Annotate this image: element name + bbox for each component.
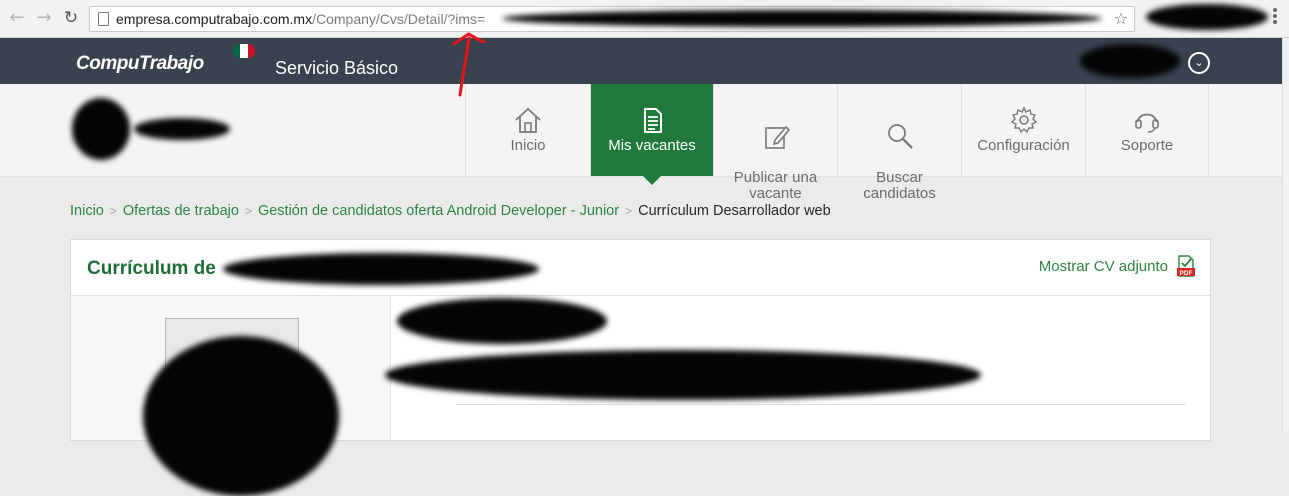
nav-tab-label: Configuración	[977, 137, 1070, 154]
nav-tab-soporte[interactable]: Soporte	[1085, 84, 1209, 176]
redacted-candidate-headline	[397, 298, 607, 344]
pdf-label: PDF	[1180, 270, 1193, 277]
nav-tab-label: Buscar candidatos	[863, 169, 936, 202]
redacted-company-name	[134, 118, 230, 140]
home-icon	[515, 107, 541, 133]
edit-icon	[764, 125, 790, 149]
section-divider	[456, 404, 1186, 405]
forward-icon[interactable]: →	[35, 9, 53, 27]
browser-toolbar: ← → ↻ empresa.computrabajo.com.mx/Compan…	[0, 0, 1289, 38]
redacted-company-logo	[72, 98, 130, 160]
breadcrumb-separator: >	[625, 204, 633, 218]
redacted-user-name	[1080, 44, 1180, 78]
gear-icon	[1010, 106, 1037, 134]
cv-photo-column	[71, 296, 391, 496]
mexico-flag-icon	[233, 44, 255, 58]
headset-icon	[1135, 113, 1159, 133]
menu-icon[interactable]	[1273, 8, 1277, 26]
site-logo[interactable]: CompuTrabajo	[76, 53, 204, 75]
nav-tab-label: Inicio	[510, 137, 546, 154]
redacted-url-query	[502, 10, 1102, 27]
redacted-candidate-photo	[143, 336, 339, 496]
search-icon	[887, 124, 913, 149]
site-topbar: CompuTrabajo Servicio Básico ⌄	[0, 38, 1282, 84]
cv-card-header: Currículum de Mostrar CV adjunto PDF	[71, 240, 1210, 296]
breadcrumb-separator: >	[244, 204, 252, 218]
breadcrumb-separator: >	[109, 204, 117, 218]
cv-card: Currículum de Mostrar CV adjunto PDF	[70, 239, 1211, 496]
redacted-profile	[1146, 4, 1268, 30]
nav-tab-label: Soporte	[1120, 137, 1174, 154]
cv-title: Currículum de	[87, 258, 216, 279]
star-icon[interactable]: ☆	[1114, 9, 1128, 28]
nav-tab-label: Publicar una vacante	[733, 169, 818, 202]
chevron-down-icon[interactable]: ⌄	[1188, 52, 1210, 74]
redacted-candidate-name	[223, 253, 539, 285]
document-icon	[644, 108, 662, 133]
back-icon[interactable]: ←	[8, 9, 26, 27]
breadcrumb-link-gestion[interactable]: Gestión de candidatos oferta Android Dev…	[258, 203, 619, 219]
url-host: empresa.computrabajo.com.mx	[116, 11, 313, 27]
breadcrumb: Inicio > Ofertas de trabajo > Gestión de can…	[70, 203, 831, 219]
page-scrollbar[interactable]	[1282, 38, 1289, 431]
page-icon	[98, 12, 109, 26]
annotation-arrow-icon	[452, 32, 486, 97]
nav-tab-publicar-vacante[interactable]: Publicar una vacante	[713, 84, 837, 202]
url-path: /Company/Cvs/Detail/?ims=	[312, 11, 486, 27]
breadcrumb-link-ofertas[interactable]: Ofertas de trabajo	[123, 203, 239, 219]
nav-tab-configuracion[interactable]: Configuración	[961, 84, 1085, 176]
site-header: Inicio Mis vacantes Publicar una vacante…	[0, 84, 1282, 202]
nav-tab-label: Mis vacantes	[608, 137, 696, 154]
address-bar[interactable]: empresa.computrabajo.com.mx/Company/Cvs/…	[89, 6, 1135, 32]
reload-icon[interactable]: ↻	[62, 9, 80, 27]
breadcrumb-current: Currículum Desarrollador web	[638, 203, 831, 219]
service-plan-label: Servicio Básico	[275, 58, 399, 78]
pdf-icon[interactable]: PDF	[1176, 255, 1196, 277]
nav-tab-buscar-candidatos[interactable]: Buscar candidatos	[837, 84, 961, 202]
url-text[interactable]: empresa.computrabajo.com.mx/Company/Cvs/…	[116, 11, 485, 27]
show-cv-link[interactable]: Mostrar CV adjunto	[1039, 258, 1168, 275]
redacted-candidate-details	[385, 350, 981, 400]
breadcrumb-link-inicio[interactable]: Inicio	[70, 203, 104, 219]
nav-tab-mis-vacantes[interactable]: Mis vacantes	[590, 84, 713, 185]
